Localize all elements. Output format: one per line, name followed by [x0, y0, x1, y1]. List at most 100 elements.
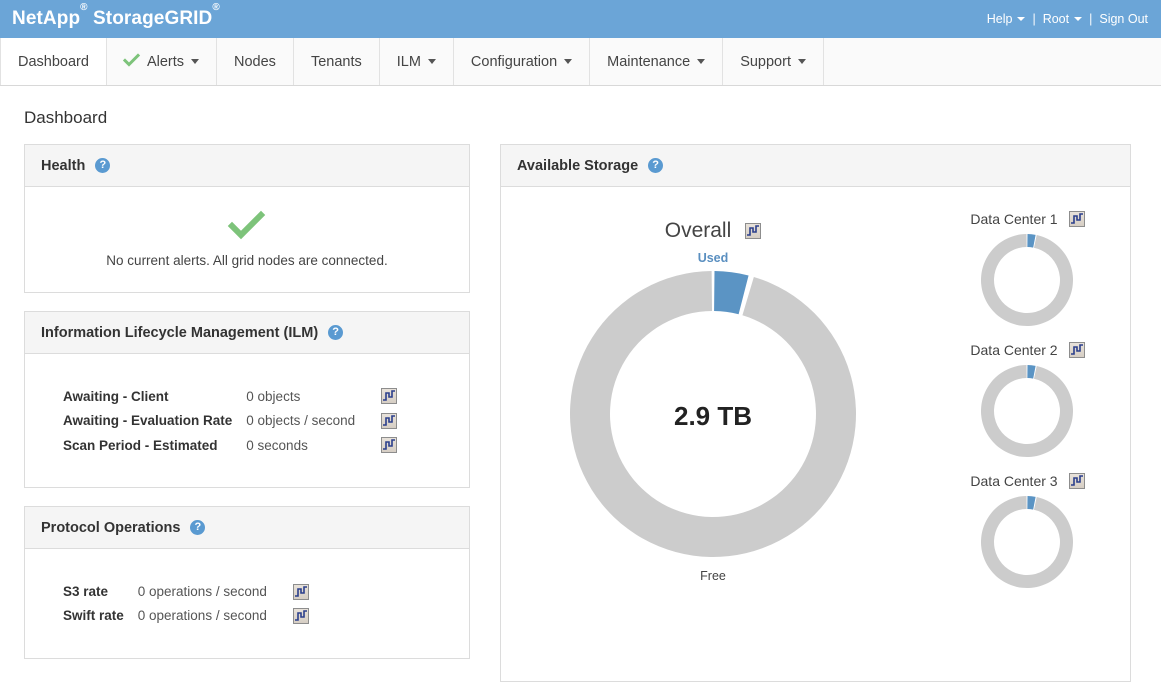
- data-center-name: Data Center 2: [970, 342, 1058, 358]
- chart-icon[interactable]: [745, 223, 762, 239]
- data-center-header: Data Center 2: [970, 342, 1085, 358]
- metric-row: Swift rate 0 operations / second: [63, 604, 311, 628]
- metric-chart-link[interactable]: [381, 433, 399, 457]
- available-storage-panel-title: Available Storage: [517, 157, 639, 174]
- metric-chart-link[interactable]: [381, 408, 399, 432]
- nav-tab-label: Configuration: [470, 53, 558, 70]
- brand-storagegrid: StorageGRID: [93, 8, 213, 29]
- header-account-menu: Help | Root | Sign Out: [982, 0, 1153, 38]
- nav-tab-alerts[interactable]: Alerts: [106, 38, 218, 85]
- nav-tab-label: Maintenance: [607, 53, 691, 70]
- chevron-down-icon: [1074, 17, 1083, 21]
- user-menu-label: Root: [1042, 12, 1070, 26]
- chart-icon[interactable]: [381, 437, 398, 454]
- metric-label: Awaiting - Evaluation Rate: [63, 413, 233, 429]
- nav-tab-ilm[interactable]: ILM: [379, 38, 454, 85]
- nav-tab-label: Alerts: [146, 53, 185, 70]
- ilm-metrics-table: Awaiting - Client 0 objects Awaiting - Eva…: [63, 384, 399, 457]
- data-center-chart: Data Center 1: [970, 211, 1085, 332]
- main-navigation: Dashboard Alerts Nodes Tenants ILM Configurat…: [0, 38, 1161, 86]
- page-title: Dashboard: [24, 108, 108, 127]
- help-menu[interactable]: Help: [982, 12, 1031, 26]
- health-status-message: No current alerts. All grid nodes are co…: [106, 252, 388, 268]
- overall-center-value: 2.9 TB: [674, 401, 752, 431]
- help-icon[interactable]: ?: [648, 158, 664, 173]
- brand-netapp: NetApp: [12, 8, 81, 29]
- left-column: Health ? No current alerts. All grid nod…: [24, 144, 470, 677]
- data-center-donut: [981, 234, 1074, 326]
- available-storage-panel-header: Available Storage ?: [501, 145, 1130, 187]
- chart-icon[interactable]: [292, 583, 309, 600]
- nav-tab-configuration[interactable]: Configuration: [453, 38, 591, 85]
- metric-value: 0 seconds: [246, 437, 308, 453]
- metric-row: Awaiting - Evaluation Rate 0 objects / se…: [63, 408, 399, 432]
- chevron-down-icon: [191, 59, 200, 64]
- header-separator-1: |: [1032, 12, 1036, 26]
- metric-label: S3 rate: [63, 584, 109, 600]
- data-center-name: Data Center 1: [970, 211, 1058, 227]
- data-center-header: Data Center 3: [970, 473, 1085, 489]
- overall-donut: 2.9 TB: [568, 269, 858, 564]
- metric-value: 0 operations / second: [137, 608, 267, 624]
- sign-out-link[interactable]: Sign Out: [1094, 12, 1153, 26]
- chart-icon[interactable]: [381, 388, 398, 405]
- data-center-charts: Data Center 1 Data Center 2 Data Center 3: [925, 201, 1130, 671]
- nav-tab-tenants[interactable]: Tenants: [293, 38, 380, 85]
- chevron-down-icon: [1017, 17, 1026, 21]
- overall-chart-header: Overall: [665, 219, 762, 243]
- nav-tab-label: ILM: [396, 53, 421, 70]
- protocol-operations-panel-header: Protocol Operations ?: [25, 507, 469, 550]
- metric-value: 0 operations / second: [137, 584, 267, 600]
- nav-tab-maintenance[interactable]: Maintenance: [590, 38, 724, 85]
- overall-storage-chart: Overall Used 2.9 TB Free: [501, 201, 925, 671]
- protocol-operations-panel-body: S3 rate 0 operations / second Swift rate 0 …: [25, 549, 469, 658]
- metric-label: Awaiting - Client: [63, 388, 169, 404]
- metric-value: 0 objects: [246, 388, 301, 404]
- help-icon[interactable]: ?: [190, 520, 206, 536]
- metric-value: 0 objects / second: [246, 413, 356, 429]
- nav-tab-support[interactable]: Support: [723, 38, 824, 85]
- overall-chart-title: Overall: [664, 219, 732, 242]
- chart-icon[interactable]: [381, 412, 398, 429]
- green-check-icon: [227, 210, 266, 244]
- metric-row: S3 rate 0 operations / second: [63, 579, 311, 603]
- data-center-chart: Data Center 2: [970, 342, 1085, 463]
- chart-icon[interactable]: [1068, 342, 1085, 358]
- nav-tab-label: Nodes: [234, 53, 276, 70]
- brand-netapp-registered: ®: [80, 1, 88, 13]
- metric-label: Scan Period - Estimated: [63, 437, 218, 453]
- overall-free-label: Free: [700, 569, 726, 583]
- chart-icon[interactable]: [1068, 473, 1085, 489]
- chevron-down-icon: [564, 59, 573, 64]
- brand-storagegrid-registered: ®: [212, 1, 220, 13]
- metric-chart-link[interactable]: [292, 604, 311, 628]
- chart-icon[interactable]: [1068, 211, 1085, 227]
- data-center-donut: [981, 365, 1074, 457]
- protocol-operations-panel-title: Protocol Operations: [41, 519, 181, 536]
- help-icon[interactable]: ?: [95, 158, 111, 173]
- user-menu[interactable]: Root: [1038, 12, 1087, 26]
- metric-chart-link[interactable]: [292, 579, 311, 603]
- chart-icon[interactable]: [292, 608, 309, 625]
- available-storage-panel: Available Storage ? Overall Used 2.9 TB …: [500, 144, 1131, 682]
- data-center-name: Data Center 3: [970, 473, 1058, 489]
- health-panel-title: Health: [41, 157, 86, 174]
- right-column: Available Storage ? Overall Used 2.9 TB …: [500, 144, 1131, 682]
- help-icon[interactable]: ?: [328, 325, 344, 340]
- sign-out-label: Sign Out: [1099, 12, 1148, 26]
- chevron-down-icon: [697, 59, 706, 64]
- dashboard-content: Health ? No current alerts. All grid nod…: [0, 144, 1161, 682]
- ilm-panel-title: Information Lifecycle Management (ILM): [41, 324, 319, 341]
- health-panel: Health ? No current alerts. All grid nod…: [24, 144, 470, 293]
- nav-tab-dashboard[interactable]: Dashboard: [0, 38, 107, 85]
- health-panel-body: No current alerts. All grid nodes are co…: [25, 187, 469, 292]
- nav-tab-label: Dashboard: [18, 53, 89, 70]
- green-check-icon: [122, 53, 141, 69]
- nav-tab-nodes[interactable]: Nodes: [217, 38, 294, 85]
- app-header: NetApp® StorageGRID® Help | Root | Sign …: [0, 0, 1161, 38]
- nav-tab-label: Support: [740, 53, 791, 70]
- metric-chart-link[interactable]: [381, 384, 399, 408]
- overall-used-label: Used: [697, 251, 729, 265]
- protocol-metrics-table: S3 rate 0 operations / second Swift rate 0 …: [63, 579, 311, 628]
- chevron-down-icon: [797, 59, 806, 64]
